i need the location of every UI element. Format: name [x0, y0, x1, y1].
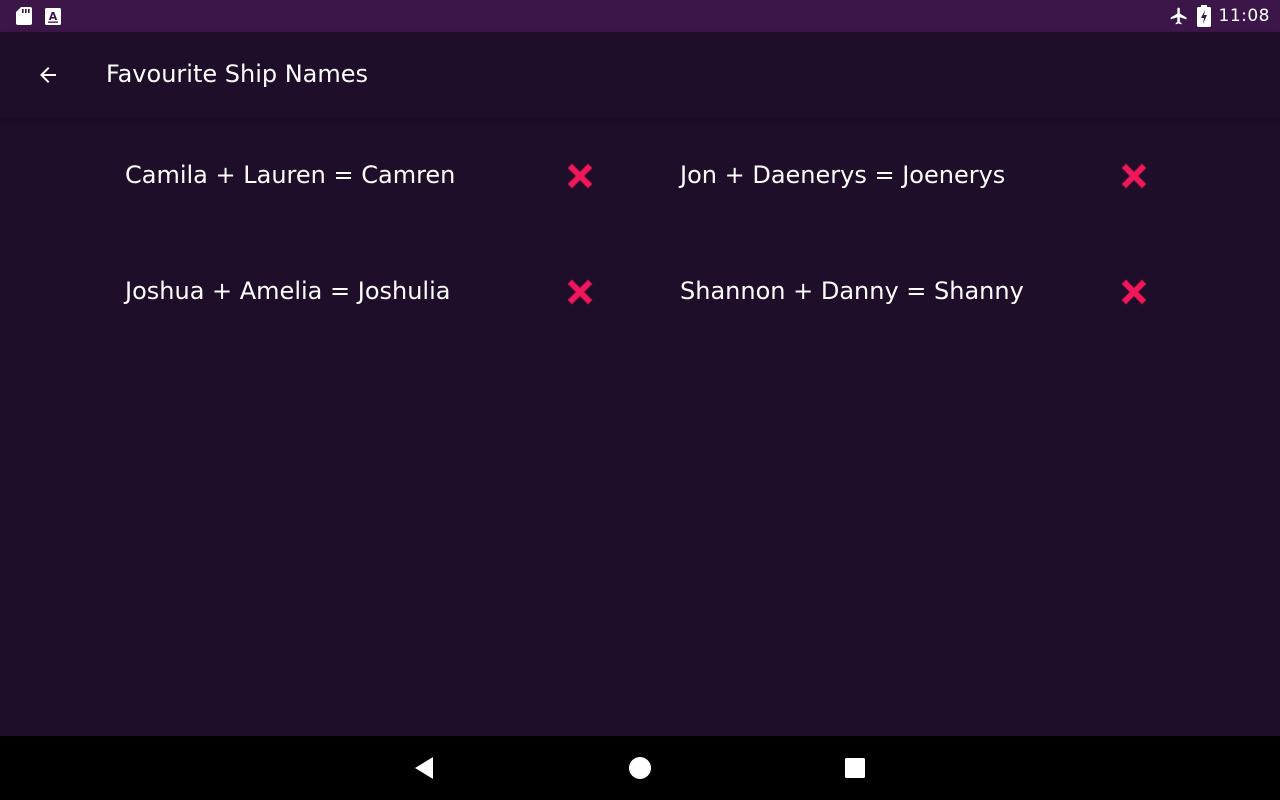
back-button[interactable] [24, 51, 72, 99]
close-icon [563, 159, 597, 193]
close-icon [1117, 275, 1151, 309]
delete-button[interactable] [1114, 156, 1154, 196]
nav-back-icon [413, 756, 435, 780]
close-icon [1117, 159, 1151, 193]
navigation-bar [0, 736, 1280, 800]
nav-back-button[interactable] [404, 748, 444, 788]
nav-home-button[interactable] [620, 748, 660, 788]
keyboard-a-icon: A [45, 7, 61, 25]
app-bar: Favourite Ship Names [0, 32, 1280, 118]
list-item: Joshua + Amelia = Joshulia [125, 263, 605, 323]
arrow-back-icon [36, 63, 60, 87]
airplane-mode-icon [1169, 6, 1189, 26]
status-bar: A 11:08 [0, 0, 1280, 32]
delete-button[interactable] [1114, 272, 1154, 312]
nav-recents-icon [845, 758, 865, 778]
list-item: Camila + Lauren = Camren [125, 147, 605, 207]
ship-name-text: Shannon + Danny = Shanny [680, 277, 1024, 305]
sd-card-icon [16, 7, 32, 25]
page-title: Favourite Ship Names [106, 60, 369, 88]
nav-recents-button[interactable] [835, 748, 875, 788]
ship-name-text: Camila + Lauren = Camren [125, 161, 456, 189]
close-icon [563, 275, 597, 309]
battery-charging-icon [1196, 5, 1211, 27]
ship-name-text: Jon + Daenerys = Joenerys [680, 161, 1006, 189]
status-left-icons: A [16, 6, 61, 26]
delete-button[interactable] [560, 156, 600, 196]
status-right-icons: 11:08 [1169, 4, 1271, 28]
list-item: Jon + Daenerys = Joenerys [680, 147, 1160, 207]
ship-name-text: Joshua + Amelia = Joshulia [125, 277, 451, 305]
delete-button[interactable] [560, 272, 600, 312]
list-item: Shannon + Danny = Shanny [680, 263, 1160, 323]
status-time: 11:08 [1218, 6, 1270, 26]
nav-home-icon [628, 756, 652, 780]
svg-text:A: A [49, 10, 58, 23]
